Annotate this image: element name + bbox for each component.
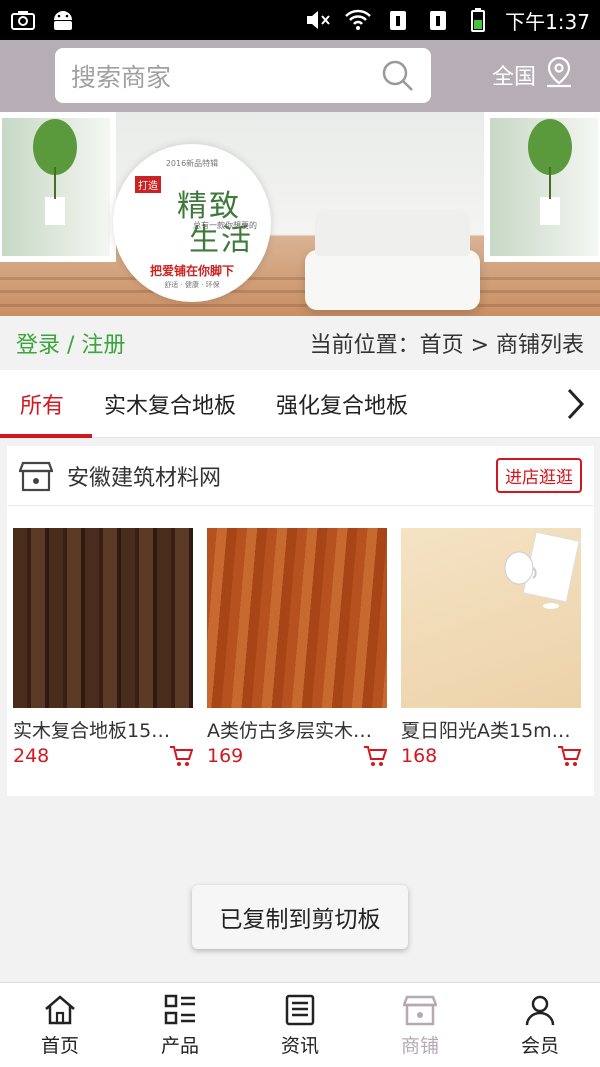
shop-card: 安徽建筑材料网 进店逛逛 实木复合地板15… 248 A类仿古多层实木… 169 (7, 446, 594, 796)
nav-member[interactable]: 会员 (480, 983, 600, 1067)
enter-shop-button[interactable]: 进店逛逛 (496, 458, 582, 493)
region-selector[interactable]: 全国 (492, 56, 574, 94)
nav-shops-label: 商铺 (400, 1034, 439, 1057)
wifi-icon (345, 9, 371, 31)
product-price: 168 (401, 745, 438, 767)
product-item[interactable]: 实木复合地板15… 248 (13, 528, 194, 767)
cart-icon[interactable] (363, 745, 388, 767)
nav-home[interactable]: 首页 (0, 983, 120, 1067)
home-icon (43, 993, 77, 1027)
sim1-icon (385, 9, 411, 31)
product-image[interactable] (13, 528, 193, 708)
product-price: 248 (13, 745, 50, 767)
banner-tags: 舒适 · 健康 · 环保 (164, 281, 220, 289)
shop-icon (402, 993, 438, 1027)
cart-icon[interactable] (169, 745, 194, 767)
location-pin-icon (544, 56, 574, 94)
product-list: 实木复合地板15… 248 A类仿古多层实木… 169 夏日阳光A类15m… 1… (7, 506, 594, 767)
nav-news-label: 资讯 (280, 1034, 319, 1057)
nav-member-label: 会员 (520, 1034, 559, 1057)
search-box[interactable]: 搜索商家 (55, 48, 431, 103)
promo-banner[interactable]: 2016新品特辑 打造 精致 生活 总有一款你想要的 把爱铺在你脚下 舒适 · … (0, 112, 600, 316)
bottom-nav: 首页 产品 资讯 商铺 会员 (0, 982, 600, 1067)
banner-plant-right (528, 119, 572, 225)
android-icon (50, 9, 76, 31)
region-label: 全国 (492, 65, 537, 90)
nav-shops[interactable]: 商铺 (360, 983, 480, 1067)
product-name[interactable]: 实木复合地板15… (13, 716, 193, 743)
banner-sofa (305, 210, 480, 310)
product-price: 169 (207, 745, 244, 767)
grid-list-icon (163, 993, 197, 1027)
nav-products-label: 产品 (160, 1034, 199, 1057)
product-item[interactable]: A类仿古多层实木… 169 (207, 528, 388, 767)
nav-home-label: 首页 (40, 1034, 79, 1057)
tab-laminate-composite[interactable]: 强化复合地板 (256, 370, 428, 438)
mute-icon (305, 9, 331, 31)
toast-message: 已复制到剪切板 (192, 885, 408, 949)
screenshot-icon (10, 9, 36, 31)
shop-name[interactable]: 安徽建筑材料网 (67, 460, 496, 492)
banner-slogan: 把爱铺在你脚下 (149, 264, 234, 278)
tab-all[interactable]: 所有 (0, 370, 93, 438)
status-time: 下午1:37 (505, 9, 590, 34)
product-image[interactable] (207, 528, 387, 708)
search-icon[interactable] (381, 59, 415, 93)
breadcrumb: 当前位置：首页 > 商铺列表 (309, 333, 584, 358)
tab-solid-wood-composite[interactable]: 实木复合地板 (84, 370, 256, 438)
product-name[interactable]: 夏日阳光A类15m… (401, 716, 581, 743)
shop-icon (18, 459, 54, 493)
banner-year: 2016新品特辑 (165, 159, 219, 168)
chevron-right-icon[interactable] (560, 386, 590, 422)
banner-small-text: 总有一款你想要的 (193, 221, 257, 230)
shop-header: 安徽建筑材料网 进店逛逛 (7, 446, 594, 506)
search-input[interactable]: 搜索商家 (71, 58, 381, 94)
product-item[interactable]: 夏日阳光A类15m… 168 (401, 528, 582, 767)
product-image[interactable] (401, 528, 581, 708)
app-header: 搜索商家 全国 (0, 40, 600, 112)
status-bar: 下午1:37 (0, 0, 600, 40)
product-name[interactable]: A类仿古多层实木… (207, 716, 387, 743)
banner-plant-left (33, 119, 77, 225)
battery-icon (465, 8, 491, 32)
banner-emblem: 2016新品特辑 打造 精致 生活 总有一款你想要的 把爱铺在你脚下 舒适 · … (113, 144, 271, 302)
news-icon (283, 993, 317, 1027)
sim2-icon (425, 9, 451, 31)
login-register-link[interactable]: 登录 / 注册 (16, 327, 125, 359)
user-icon (523, 993, 557, 1027)
breadcrumb-bar: 登录 / 注册 当前位置：首页 > 商铺列表 (0, 316, 600, 370)
category-tabs: 所有 实木复合地板 强化复合地板 (0, 370, 600, 438)
nav-news[interactable]: 资讯 (240, 983, 360, 1067)
nav-products[interactable]: 产品 (120, 983, 240, 1067)
cart-icon[interactable] (557, 745, 582, 767)
